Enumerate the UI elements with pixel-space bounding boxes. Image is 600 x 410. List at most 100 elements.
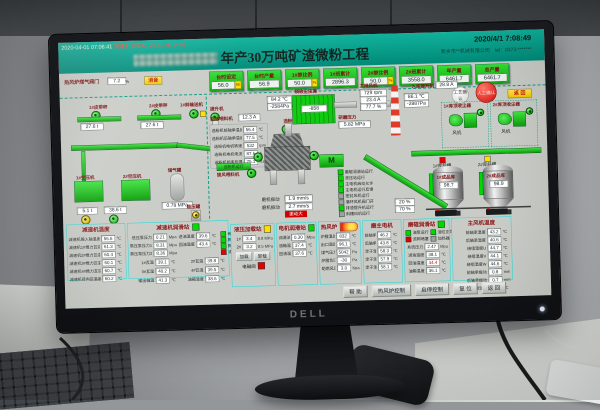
panel-title: 热风炉 <box>321 223 338 232</box>
panel-mill-motor: 磨主电机 前轴承温度46.2℃后轴承温度43.8℃定子温度U58.3℃定子温度V… <box>362 219 403 283</box>
table-row: 后轴承温度43.8℃ <box>365 239 400 247</box>
panel-gearbox-temp: 减速机温度 减速机输入轴温度56.6℃减速机1#推力瓦温度61.3℃减速机2#推… <box>66 223 127 281</box>
grinding-pressure-value: 5.82 MPa <box>338 120 370 128</box>
panel-fan-temp: 主风机温度 前轴承温度43.2℃后轴承温度40.6℃绕组温度U44.7℃绕组温度… <box>451 216 513 281</box>
dust-collector-1-label: 1#库顶收尘器 <box>443 103 471 109</box>
table-row: 回油温度43.4℃ <box>179 240 219 248</box>
mill-right-motor[interactable] <box>309 151 319 161</box>
table-row: 炉膛温度832℃ <box>321 232 359 240</box>
belt-conveyor <box>77 116 121 122</box>
bin-2-value: 38.6 t <box>104 206 127 214</box>
panel-title: 液压加载站 <box>234 225 262 235</box>
duct-right-pressure: -2887Pa <box>404 100 429 108</box>
panel-hydraulic: 液压加载站 1#3.48.8 MPa2#3.28.5 MPa 加载 卸载 电磁阀 <box>230 223 276 287</box>
table-row: 油箱温度38.6℃ <box>180 275 228 283</box>
rotary-feeder-label: 回转喂料机 <box>210 116 233 122</box>
footer-button[interactable]: 热风炉控制 <box>372 284 412 297</box>
table-row: 减速机径向瓦温度60.2℃ <box>70 275 125 284</box>
rotary-feeder-value: 12.3 A <box>238 113 260 121</box>
table-row: 1#瓦温39.1℃ <box>130 258 178 266</box>
panel-roller-lube: 磨辊润滑站 油泵运行油位正常滤网堵塞加热器 系统压力2.47Mpa进油温度38.… <box>403 218 451 282</box>
dust-filter-box <box>513 111 526 126</box>
compressor-1-label: 1#空压机 <box>76 175 95 181</box>
gas-valve-unit: % <box>125 79 129 84</box>
incline-conveyor-label: 1#斜输送机 <box>180 102 203 108</box>
kpi-box: 台时产量56.9 <box>247 70 282 91</box>
company-line: 新乡市**机械有限公司 tel：0373-******* <box>441 45 532 55</box>
belt-scale-1-value: 27.6 t <box>80 123 103 131</box>
belt-scale-2-label: 2#皮带秤 <box>149 103 168 109</box>
kpi-box: 1#班累计2896.3 <box>323 68 358 89</box>
feeder-motor[interactable] <box>247 168 257 178</box>
status-indicator <box>264 225 271 232</box>
legend-row: 油位正常 <box>430 229 453 235</box>
table-row: 高压泵压力18.31Mpa <box>130 241 177 249</box>
unload-button[interactable]: 卸载 <box>254 252 270 261</box>
dust-fan-motor[interactable] <box>526 107 534 115</box>
silo-1-level: 98.7 <box>439 181 458 189</box>
main-fan-label: 主排风机 <box>359 83 377 89</box>
status-legend: 磨辊润滑站运行液压站运行主电机启动允许主电机运行反馈密封风机运行循环风机阀门开排… <box>338 168 374 217</box>
fan-label: 风机 <box>501 129 510 134</box>
table-row: 助燃风压3.0Kpa <box>321 264 359 272</box>
chimney <box>389 85 400 135</box>
main-motor-box[interactable]: M <box>319 154 343 168</box>
belt-scale-2-value: 27.6 t <box>140 121 163 129</box>
incline-conveyor-motor[interactable] <box>189 109 199 119</box>
monitor-bezel: 2020-04-01 07:06:41 减速机油泵AL 26.51.46 1# … <box>49 21 561 333</box>
fan-icon <box>449 114 463 126</box>
legend-row: 滤网堵塞 <box>406 236 429 242</box>
silo-2-level-bar <box>479 172 484 195</box>
table-row: 3#瓦温40.2℃ <box>130 267 178 275</box>
legend-row: 斜槽风机运行 <box>339 211 374 217</box>
load-button[interactable]: 加载 <box>236 252 252 261</box>
table-row: 回油温度37.6℃ <box>279 249 315 257</box>
silo-top-conveyor <box>411 147 541 156</box>
main-fan-percent: 77.7 % <box>360 103 387 111</box>
scada-ui: 2020-04-01 07:06:41 减速机油泵AL 26.51.46 1# … <box>58 29 551 308</box>
power-led[interactable] <box>540 306 545 311</box>
footer-button-bar: 帮 助热风炉控制启停控制复 位返 回 <box>343 281 506 298</box>
gas-valve-value: 7.2 <box>107 77 126 85</box>
bulk-truck <box>435 210 457 217</box>
table-row: 4#瓦温39.5℃ <box>180 266 228 274</box>
table-row: 油箱温度37.4℃ <box>279 241 315 249</box>
dust-fan-motor[interactable] <box>477 108 485 116</box>
table-row: 2#瓦温39.8℃ <box>180 257 228 265</box>
mill-leg <box>270 170 277 185</box>
dust-filter-box <box>464 113 477 128</box>
brand-logo: DELL <box>290 308 328 320</box>
footer-button[interactable]: 帮 助 <box>343 285 368 298</box>
solenoid-label: 电磁阀 <box>242 263 256 270</box>
table-row: 定子温度V57.9℃ <box>365 255 400 263</box>
dust-collector-2-label: 2#库顶收尘器 <box>492 101 520 107</box>
monitor-base <box>255 373 406 401</box>
mill-leg <box>298 169 305 184</box>
scada-screen: 2020-04-01 07:06:41 减速机油泵AL 26.51.46 1# … <box>58 29 551 308</box>
panel-title: 减速机温度 <box>68 225 123 236</box>
table-row: 2#3.28.5 MPa <box>233 242 273 250</box>
footer-button[interactable]: 复 位 <box>453 282 478 295</box>
footer-button[interactable]: 启停控制 <box>415 283 449 296</box>
legend-row: 油泵运行 <box>405 230 428 236</box>
panel-title: 主风机温度 <box>453 218 509 229</box>
monitor-stand <box>293 323 359 383</box>
footer-button[interactable]: 返 回 <box>482 281 507 294</box>
mill-body[interactable] <box>264 146 311 171</box>
table-row: 定子温度U58.3℃ <box>365 247 400 255</box>
table-row: 输出轴温41.3℃ <box>131 276 179 284</box>
duct <box>284 123 291 136</box>
mute-button[interactable]: 消音 <box>144 76 162 85</box>
panel-title: 磨辊润滑站 <box>408 220 436 230</box>
status-indicator <box>192 223 199 230</box>
silo-2-label: 2#成品库 <box>486 173 505 179</box>
compressor-2[interactable] <box>121 179 151 201</box>
air-tank <box>170 173 185 200</box>
compressor-1[interactable] <box>74 181 104 203</box>
kpi-box: 总产量6461.7 <box>475 63 510 84</box>
vibration-1-value: 1.9 mm/s <box>284 194 312 202</box>
vibration-1-label: 磨机振动 <box>262 197 280 203</box>
back-button[interactable]: 返 回 <box>508 89 532 99</box>
table-row: 进油温度38.1℃ <box>406 251 448 259</box>
photo-scene: 2020-04-01 07:06:41 减速机油泵AL 26.51.46 1# … <box>0 0 600 400</box>
